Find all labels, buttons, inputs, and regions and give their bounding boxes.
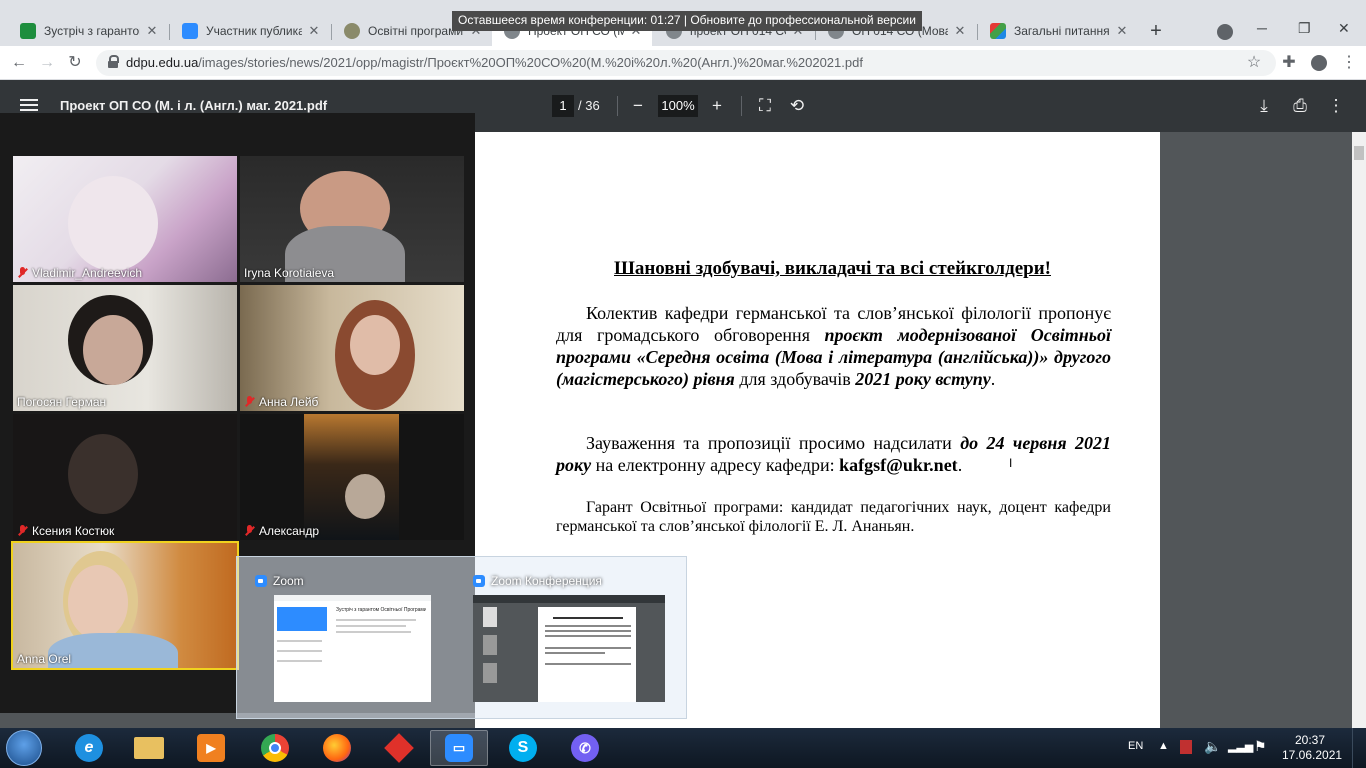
chrome-icon: [261, 734, 289, 762]
start-button[interactable]: [6, 730, 42, 766]
clock-time: 20:37: [1294, 733, 1326, 747]
show-desktop-button[interactable]: [1352, 728, 1366, 768]
taskbar-firefox[interactable]: [308, 730, 366, 766]
taskbar-viber[interactable]: ✆: [556, 730, 614, 766]
tab-general-questions[interactable]: Загальні питання ✕: [978, 16, 1138, 46]
paragraph-2: Зауваження та пропозиції просимо надсила…: [556, 433, 1111, 475]
fit-page-icon[interactable]: ⛶: [753, 94, 777, 118]
taskbar-media-player[interactable]: ▶: [182, 730, 240, 766]
url-text: ddpu.edu.ua/images/stories/news/2021/opp…: [126, 55, 863, 70]
zoom-app-icon: [473, 575, 485, 587]
clock-date: 17.06.2021: [1282, 748, 1343, 762]
thumbnail-zoom-conference[interactable]: Zoom Конференция: [455, 557, 671, 720]
network-icon[interactable]: ▂▃▅: [1228, 740, 1253, 753]
system-clock[interactable]: 20:37 17.06.2021: [1282, 733, 1343, 763]
browser-toolbar: ← → ↻ ddpu.edu.ua/images/stories/news/20…: [0, 46, 1366, 80]
viber-icon: ✆: [571, 734, 599, 762]
participant-tile[interactable]: Александр: [240, 414, 464, 540]
tab-participant[interactable]: Участник публикации ✕: [170, 16, 330, 46]
internet-explorer-icon: e: [75, 734, 103, 762]
conference-banner: Оставшееся время конференции: 01:27 | Об…: [452, 11, 922, 31]
reload-icon[interactable]: ↻: [64, 52, 86, 74]
language-indicator[interactable]: EN: [1128, 740, 1143, 752]
new-tab-button[interactable]: +: [1145, 20, 1167, 42]
profile-avatar[interactable]: [1308, 52, 1330, 74]
lock-icon: [108, 55, 119, 68]
download-icon[interactable]: ⤓: [1252, 94, 1276, 118]
battery-icon[interactable]: [1180, 740, 1192, 754]
taskbar-zoom[interactable]: ▭: [430, 730, 488, 766]
more-options-icon[interactable]: ⋮: [1324, 94, 1348, 118]
menu-kebab-icon[interactable]: ⋮: [1338, 52, 1360, 74]
anydesk-icon: [384, 733, 414, 763]
extensions-icon[interactable]: ✚: [1278, 52, 1300, 74]
back-icon[interactable]: ←: [8, 52, 30, 74]
taskbar-anydesk[interactable]: [370, 730, 428, 766]
volume-icon[interactable]: 🔈: [1204, 738, 1221, 755]
participant-tile[interactable]: Vladimir_Andreevich: [13, 156, 237, 282]
tab-zoom-meeting[interactable]: Зустріч з гарантом ОП ✕: [8, 16, 168, 46]
pdf-filename: Проект ОП СО (М. і л. (Англ.) маг. 2021.…: [60, 98, 328, 113]
scrollbar[interactable]: [1352, 132, 1366, 728]
show-hidden-icons[interactable]: ▲: [1158, 740, 1169, 752]
zoom-app-icon: ▭: [445, 734, 473, 762]
thumbnail-zoom[interactable]: Zoom Зустріч з гарантом Освітньої Програ…: [237, 557, 453, 720]
zoom-level-input[interactable]: 100%: [658, 95, 698, 117]
participant-tile[interactable]: Ксения Костюк: [13, 414, 237, 540]
tab-label: Загальні питання: [1014, 24, 1110, 38]
app-icon: [990, 23, 1006, 39]
tab-label: Зустріч з гарантом ОП: [44, 24, 140, 38]
scrollbar-thumb[interactable]: [1354, 146, 1364, 160]
folder-icon: [134, 737, 164, 759]
close-icon[interactable]: ✕: [144, 23, 160, 39]
bookmark-star-icon[interactable]: ☆: [1243, 52, 1265, 74]
muted-mic-icon: [244, 396, 256, 408]
close-icon[interactable]: ✕: [952, 23, 968, 39]
minimize-icon[interactable]: ─: [1257, 20, 1267, 36]
muted-mic-icon: [244, 525, 256, 537]
zoom-out-icon[interactable]: −: [626, 94, 650, 118]
site-icon: [344, 23, 360, 39]
media-player-icon: ▶: [197, 734, 225, 762]
participant-tile[interactable]: Iryna Korotiaieva: [240, 156, 464, 282]
taskbar-skype[interactable]: S: [494, 730, 552, 766]
zoom-in-icon[interactable]: +: [705, 94, 729, 118]
taskbar-explorer[interactable]: [120, 730, 178, 766]
classroom-icon: [20, 23, 36, 39]
taskbar-thumbnail-popup: Zoom Зустріч з гарантом Освітньої Програ…: [236, 556, 687, 719]
muted-mic-icon: [17, 267, 29, 279]
tab-label: Освітні програми —: [368, 24, 464, 38]
skype-icon: S: [509, 734, 537, 762]
close-icon[interactable]: ✕: [1114, 23, 1130, 39]
participant-tile[interactable]: Анна Лейб: [240, 285, 464, 411]
muted-mic-icon: [17, 525, 29, 537]
close-window-icon[interactable]: ✕: [1338, 20, 1350, 37]
page-total: / 36: [578, 98, 600, 113]
participant-tile[interactable]: Погосян Герман: [13, 285, 237, 411]
rotate-icon[interactable]: ⟲: [785, 94, 809, 118]
browser-tab-strip: Зустріч з гарантом ОП ✕ Участник публика…: [0, 0, 1366, 46]
paragraph-1: Колектив кафедри германської та слов’янс…: [556, 303, 1112, 389]
zoom-icon: [182, 23, 198, 39]
document-heading: Шановні здобувачі, викладачі та всі стей…: [614, 258, 1051, 279]
tab-label: Участник публикации: [206, 24, 302, 38]
windows-taskbar: e ▶ ▭ S ✆ EN ▲ 🔈 ▂▃▅ ⚑ 20:37 17.06.2021: [0, 728, 1366, 768]
close-icon[interactable]: ✕: [306, 23, 322, 39]
page-number-input[interactable]: 1: [552, 95, 574, 117]
print-icon[interactable]: ⎙: [1288, 94, 1312, 118]
email-address: kafgsf@ukr.net: [839, 455, 958, 475]
thumbnail-heading: Зустріч з гарантом Освітньої Програми: [336, 607, 426, 613]
paragraph-3: Гарант Освітньої програми: кандидат педа…: [556, 499, 1111, 535]
taskbar-chrome[interactable]: [246, 730, 304, 766]
taskbar-ie[interactable]: e: [60, 730, 118, 766]
text-cursor-icon: I: [1009, 456, 1013, 470]
forward-icon[interactable]: →: [36, 52, 58, 74]
address-bar[interactable]: ddpu.edu.ua/images/stories/news/2021/opp…: [96, 50, 1276, 76]
action-center-icon[interactable]: ⚑: [1254, 738, 1267, 755]
participant-tile-active-speaker[interactable]: Anna Orel: [11, 541, 239, 670]
firefox-icon: [323, 734, 351, 762]
tab-search-icon[interactable]: [1217, 24, 1233, 40]
zoom-app-icon: [255, 575, 267, 587]
restore-icon[interactable]: ❐: [1298, 20, 1311, 37]
